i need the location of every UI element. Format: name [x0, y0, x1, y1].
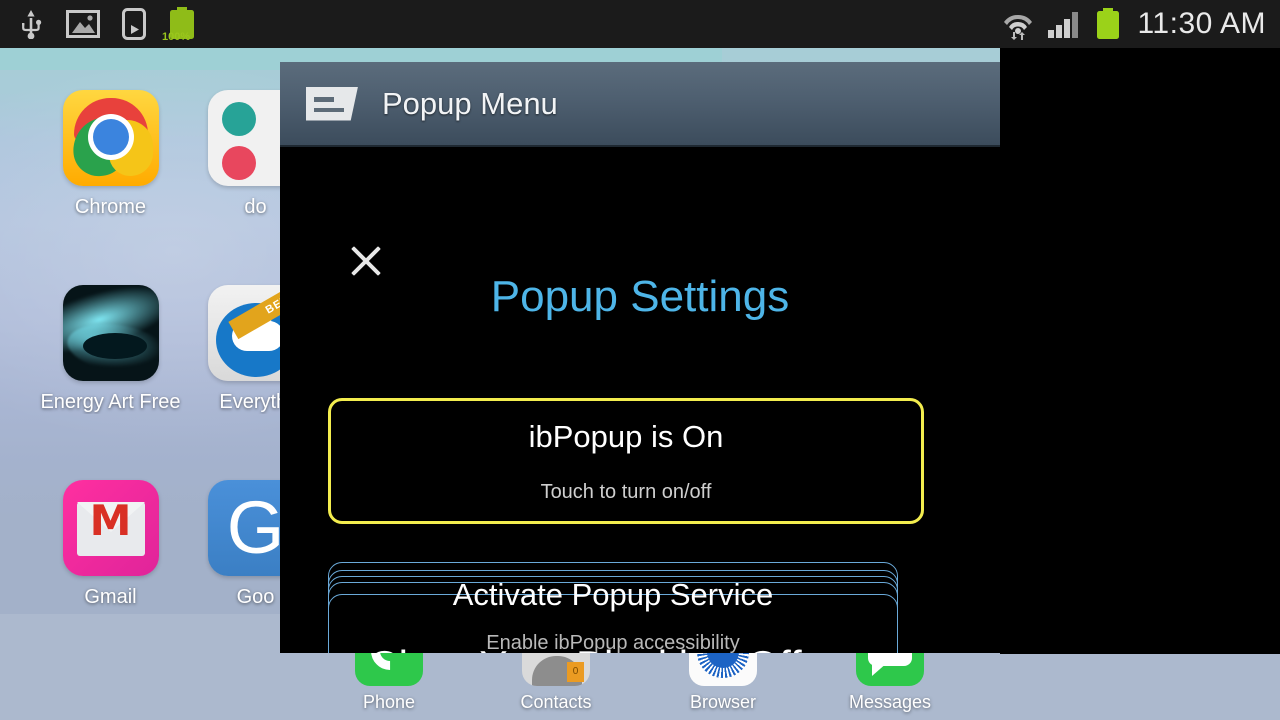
option-title-activate-popup-service: Activate Popup Service	[452, 577, 774, 612]
dock-label: Messages	[848, 692, 932, 712]
page-title: Popup Settings	[490, 272, 790, 321]
app-label: Energy Art Free	[40, 391, 181, 413]
battery-icon	[1097, 8, 1120, 39]
option-title: ibPopup is On	[528, 419, 724, 454]
dock-label: Phone	[362, 692, 416, 712]
battery-charging-icon: 100%	[162, 7, 202, 43]
status-bar: 100% 11:30 AM	[0, 0, 1280, 48]
app-label: Chrome	[74, 196, 147, 218]
cellular-signal-icon	[1048, 12, 1079, 38]
popup-menu-window: Popup Menu Popup Settings ibPopup is On …	[280, 62, 1000, 655]
chrome-icon	[62, 90, 159, 186]
popup-title-bar: Popup Menu	[280, 62, 1000, 147]
dock-label: Contacts	[520, 692, 592, 712]
app-energy-art-free[interactable]: Energy Art Free	[38, 285, 183, 414]
window-title: Popup Menu	[382, 85, 558, 121]
option-card-ibpopup-toggle[interactable]: ibPopup is On Touch to turn on/off	[328, 398, 924, 524]
popup-content: Popup Settings ibPopup is On Touch to tu…	[280, 147, 1000, 653]
scrim-right	[1000, 48, 1280, 654]
clock: 11:30 AM	[1137, 7, 1266, 40]
dock-label: Browser	[689, 692, 756, 712]
option-subtitle-clear-blocking: Touch to clear blocking	[328, 652, 898, 653]
screenshot-image-icon	[66, 10, 100, 38]
gmail-icon: M	[62, 480, 159, 576]
app-gmail[interactable]: M Gmail	[38, 480, 183, 609]
screen-recorder-icon	[122, 8, 146, 40]
battery-percent-label: 100%	[162, 31, 191, 43]
option-subtitle: Touch to turn on/off	[540, 481, 712, 503]
usb-icon	[22, 10, 42, 39]
app-label: Gmail	[84, 586, 137, 608]
wifi-icon	[1004, 14, 1033, 40]
android-screen: Chrome do Energy Art Free BETA	[0, 0, 1280, 720]
popup-menu-icon	[306, 86, 358, 121]
energy-art-icon	[62, 285, 159, 381]
app-chrome[interactable]: Chrome	[38, 90, 183, 219]
